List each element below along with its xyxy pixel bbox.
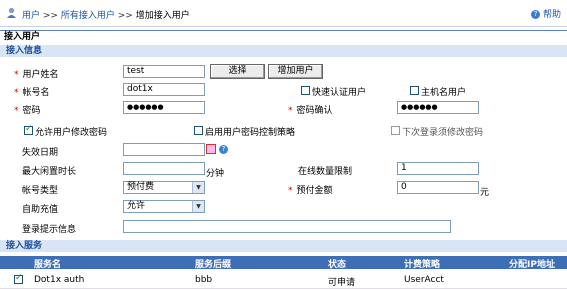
calendar-icon[interactable]	[206, 144, 216, 154]
breadcrumb-all-access-users-link[interactable]: 所有接入用户	[61, 11, 115, 21]
online-limit-input[interactable]: 1	[397, 162, 479, 175]
service-policy-cell: UserAcct	[404, 275, 444, 285]
account-type-select[interactable]: 预付费 ▼	[123, 181, 205, 194]
prepay-label: * 预付金额	[288, 186, 333, 196]
host-user-label: 主机名用户	[421, 88, 467, 98]
account-type-value: 预付费	[127, 182, 155, 192]
force-change-password-checkbox[interactable]	[391, 126, 400, 135]
user-icon	[7, 7, 16, 18]
chevron-down-icon: ▼	[192, 201, 204, 212]
account-type-label: 帐号类型	[22, 186, 59, 196]
idle-time-label: 最大闲置时长	[22, 167, 77, 177]
breadcrumb-current: 增加接入用户	[135, 11, 190, 21]
help-icon: ?	[531, 10, 541, 19]
table-row[interactable]: Dot1x auth bbb 可申请 UserAcct	[0, 272, 567, 289]
auto-recharge-value: 允许	[127, 201, 146, 211]
force-change-password-label: 下次登录须修改密码	[402, 128, 484, 138]
service-suffix-cell: bbb	[195, 275, 213, 285]
auto-recharge-select[interactable]: 允许 ▼	[123, 200, 205, 213]
fast-auth-label: 快速认证用户	[312, 88, 367, 98]
top-bar: 用户 >> 所有接入用户 >> 增加接入用户 ? 帮助	[0, 0, 567, 27]
account-label: * 帐号名	[14, 88, 50, 98]
service-table-header: 服务名 服务后缀 状态 计费策略 分配IP地址	[0, 256, 567, 270]
password-confirm-label: * 密码确认	[288, 106, 333, 116]
section-access-service: 接入服务	[0, 240, 567, 252]
host-user-checkbox[interactable]	[410, 86, 419, 95]
allow-change-password-checkbox[interactable]	[24, 124, 33, 135]
column-header-assign-ip: 分配IP地址	[509, 260, 555, 270]
column-header-status: 状态	[328, 260, 347, 270]
login-message-input[interactable]	[123, 220, 451, 233]
prepay-input[interactable]: 0	[397, 181, 479, 194]
enable-password-policy-checkbox[interactable]	[194, 126, 203, 135]
select-button[interactable]: 选择	[210, 64, 265, 79]
section-access-info: 接入信息	[0, 45, 567, 57]
enable-password-policy-label: 启用用户密码控制策略	[205, 128, 296, 138]
access-info-form: * 用户姓名 test 选择 增加用户 * 帐号名 dot1x 快速认证用户 主机名…	[0, 58, 567, 240]
login-message-label: 登录提示信息	[22, 225, 77, 235]
breadcrumb: 用户 >> 所有接入用户 >> 增加接入用户	[22, 8, 190, 21]
page-title: 接入用户	[0, 30, 567, 45]
allow-change-password-label: 允许用户修改密码	[35, 128, 108, 138]
online-limit-label: 在线数量限制	[298, 167, 353, 177]
idle-time-unit: 分钟	[206, 169, 225, 179]
account-input[interactable]: dot1x	[123, 83, 205, 96]
auto-recharge-label: 自助充值	[22, 205, 59, 215]
expire-date-label: 失效日期	[22, 148, 59, 158]
password-confirm-input[interactable]: ●●●●●●	[397, 101, 479, 114]
password-input[interactable]: ●●●●●●	[123, 101, 205, 114]
help-label: 帮助	[542, 10, 561, 20]
breadcrumb-users-link[interactable]: 用户	[22, 11, 40, 21]
service-name-cell: Dot1x auth	[34, 275, 85, 285]
fast-auth-checkbox[interactable]	[301, 86, 310, 95]
expire-date-input[interactable]	[123, 143, 205, 156]
column-header-service-suffix: 服务后缀	[195, 260, 232, 270]
add-user-button[interactable]: 增加用户	[268, 64, 323, 79]
breadcrumb-separator: >>	[117, 11, 133, 21]
help-link[interactable]: ? 帮助	[531, 7, 561, 20]
password-label: * 密码	[14, 106, 41, 116]
breadcrumb-separator: >>	[42, 11, 58, 21]
service-row-checkbox[interactable]	[14, 273, 23, 284]
info-icon[interactable]: ?	[219, 145, 228, 154]
username-input[interactable]: test	[123, 65, 205, 78]
idle-time-input[interactable]	[123, 162, 205, 175]
service-status-cell: 可申请	[328, 278, 356, 288]
chevron-down-icon: ▼	[192, 182, 204, 193]
prepay-unit: 元	[480, 188, 490, 198]
column-header-billing-policy: 计费策略	[404, 260, 441, 270]
username-label: * 用户姓名	[14, 70, 59, 80]
column-header-service-name: 服务名	[34, 260, 62, 270]
